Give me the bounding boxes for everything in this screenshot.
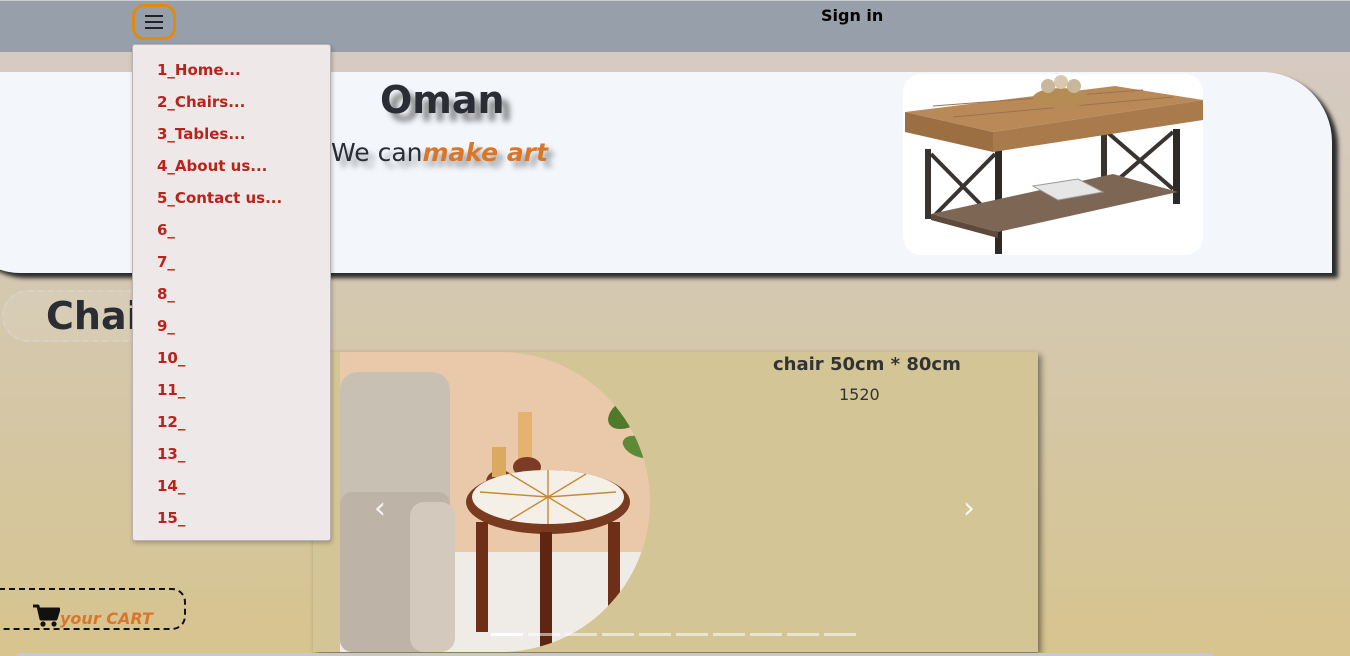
menu-item[interactable]: 6_ [133, 217, 330, 249]
nav-dropdown-menu: 1_Home... 2_Chairs... 3_Tables... 4_About u… [132, 44, 331, 541]
cart-icon [33, 604, 60, 627]
hero-title: Oman [380, 78, 505, 122]
hamburger-icon [145, 15, 163, 29]
carousel-indicator[interactable] [602, 633, 634, 636]
carousel-indicator[interactable] [491, 633, 523, 636]
menu-item[interactable]: 8_ [133, 281, 330, 313]
carousel-indicator[interactable] [750, 633, 782, 636]
menu-item[interactable]: 10_ [133, 345, 330, 377]
product-title: chair 50cm * 80cm [773, 354, 961, 375]
menu-item[interactable]: 3_Tables... [133, 121, 330, 153]
carousel-next-button[interactable]: › [957, 494, 981, 524]
carousel-indicator[interactable] [787, 633, 819, 636]
carousel-prev-button[interactable]: ‹ [368, 494, 392, 524]
menu-item[interactable]: 4_About us... [133, 153, 330, 185]
cart-button[interactable]: your CART [0, 588, 186, 630]
carousel-indicator[interactable] [565, 633, 597, 636]
carousel-indicator[interactable] [824, 633, 856, 636]
nav-menu-list: 1_Home... 2_Chairs... 3_Tables... 4_About u… [133, 45, 330, 537]
menu-item[interactable]: 1_Home... [133, 57, 330, 89]
menu-item[interactable]: 12_ [133, 409, 330, 441]
menu-item[interactable]: 14_ [133, 473, 330, 505]
menu-item[interactable]: 11_ [133, 377, 330, 409]
cart-label: your CART [60, 609, 153, 628]
coffee-table-image [903, 74, 1203, 255]
hamburger-menu-button[interactable] [132, 4, 176, 40]
product-carousel: chair 50cm * 80cm 1520 ‹ › [313, 352, 1038, 652]
menu-item[interactable]: 15_ [133, 505, 330, 537]
carousel-indicator[interactable] [676, 633, 708, 636]
menu-item[interactable]: 13_ [133, 441, 330, 473]
carousel-indicator[interactable] [639, 633, 671, 636]
menu-item[interactable]: 9_ [133, 313, 330, 345]
product-price: 1520 [839, 385, 880, 404]
hero-subtitle-highlight: make art [422, 138, 548, 167]
menu-item[interactable]: 2_Chairs... [133, 89, 330, 121]
chevron-left-icon: ‹ [374, 491, 386, 526]
signin-link[interactable]: Sign in [821, 6, 883, 25]
hero-subtitle-prefix: We can [331, 138, 423, 167]
carousel-indicator[interactable] [713, 633, 745, 636]
hero-subtitle: We canmake art [331, 138, 548, 167]
carousel-indicator[interactable] [528, 633, 560, 636]
menu-item[interactable]: 5_Contact us... [133, 185, 330, 217]
carousel-indicators [491, 633, 856, 636]
menu-item[interactable]: 7_ [133, 249, 330, 281]
chevron-right-icon: › [963, 491, 975, 526]
